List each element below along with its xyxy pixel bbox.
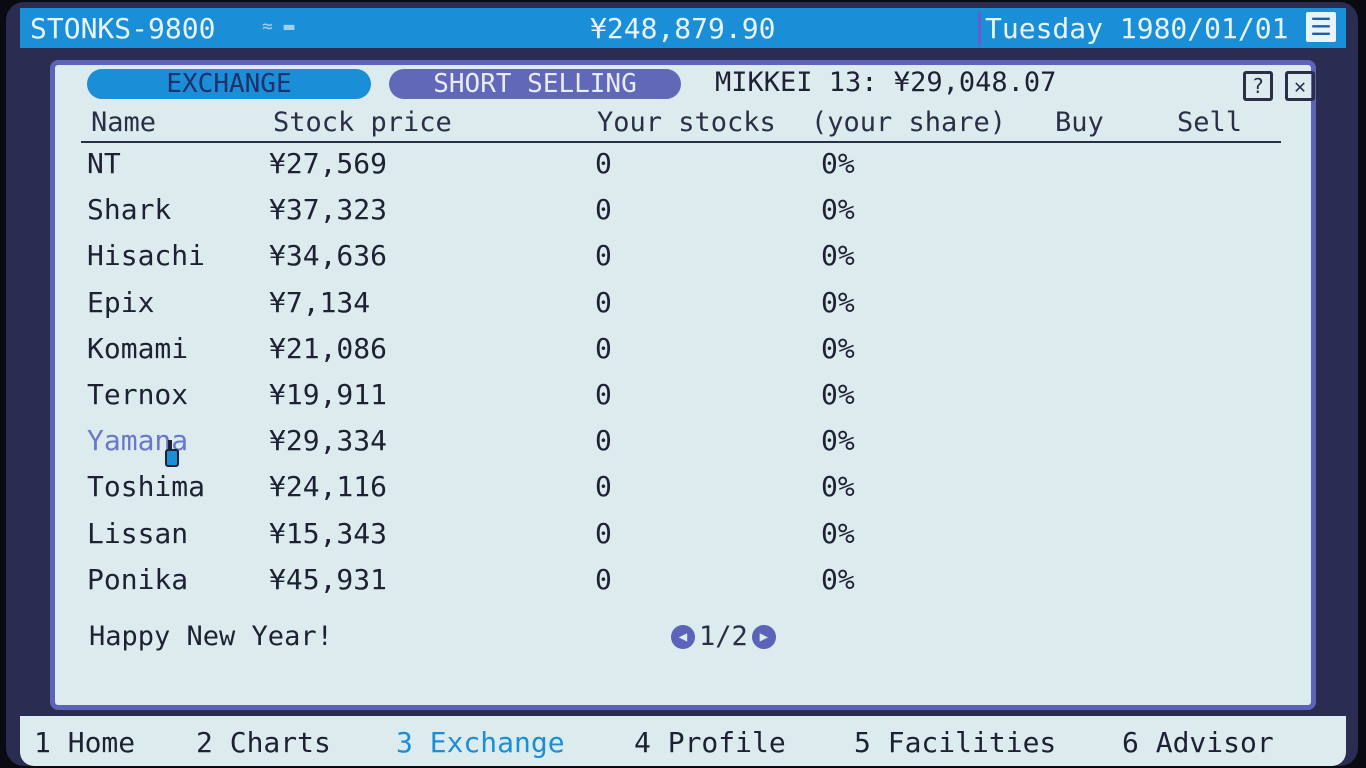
nav-facilities[interactable]: 5 Facilities xyxy=(854,726,1056,759)
stock-price: ¥34,636 xyxy=(269,239,388,273)
owned-share: 0% xyxy=(821,331,855,365)
stock-price: ¥24,116 xyxy=(269,470,388,504)
pagination: ◀ 1/2 ▶ xyxy=(671,621,776,652)
owned-share: 0% xyxy=(821,285,855,319)
stock-price: ¥21,086 xyxy=(269,331,388,365)
header-price: Stock price xyxy=(273,107,452,138)
table-row[interactable]: Toshima ¥24,116 0 0% xyxy=(81,468,1281,514)
stock-price: ¥37,323 xyxy=(269,193,388,227)
next-page-icon[interactable]: ▶ xyxy=(751,624,776,649)
owned-share: 0% xyxy=(821,424,855,458)
table-row[interactable]: Komami ¥21,086 0 0% xyxy=(81,330,1281,376)
owned-stocks: 0 xyxy=(595,377,612,411)
nav-home[interactable]: 1 Home xyxy=(34,726,135,759)
stock-name[interactable]: Shark xyxy=(87,193,171,226)
cash-balance: ¥248,879.90 xyxy=(590,12,776,45)
help-icon[interactable]: ? xyxy=(1243,71,1273,101)
owned-share: 0% xyxy=(821,516,855,550)
status-bar: STONKS-9800 ≈ ▬ ¥248,879.90 Tuesday 1980… xyxy=(20,8,1346,48)
stock-name[interactable]: Hisachi xyxy=(87,239,205,272)
exchange-window: EXCHANGE SHORT SELLING MIKKEI 13: ¥29,04… xyxy=(50,60,1316,710)
stock-name[interactable]: Epix xyxy=(87,286,154,319)
nav-profile[interactable]: 4 Profile xyxy=(634,726,786,759)
owned-share: 0% xyxy=(821,193,855,227)
table-header: Name Stock price Your stocks (your share… xyxy=(81,105,1281,143)
nav-advisor[interactable]: 6 Advisor xyxy=(1122,726,1274,759)
menu-icon[interactable]: ☰ xyxy=(1306,12,1336,42)
owned-share: 0% xyxy=(821,239,855,273)
stock-price: ¥7,134 xyxy=(269,285,371,319)
signal-icon: ≈ ▬ xyxy=(262,16,295,37)
owned-stocks: 0 xyxy=(595,424,612,458)
news-message: Happy New Year! xyxy=(89,621,333,652)
owned-stocks: 0 xyxy=(595,193,612,227)
stock-name[interactable]: Ponika xyxy=(87,563,188,596)
header-your-stocks: Your stocks xyxy=(597,107,776,138)
table-row[interactable]: Shark ¥37,323 0 0% xyxy=(81,191,1281,237)
header-your-share: (your share) xyxy=(811,107,1007,138)
stock-list: NT ¥27,569 0 0% Shark ¥37,323 0 0% Hisac… xyxy=(81,145,1281,607)
table-row[interactable]: Lissan ¥15,343 0 0% xyxy=(81,515,1281,561)
stock-name[interactable]: Lissan xyxy=(87,517,188,550)
owned-share: 0% xyxy=(821,562,855,596)
app-title: STONKS-9800 xyxy=(30,12,216,45)
bottom-nav: 1 Home 2 Charts 3 Exchange 4 Profile 5 F… xyxy=(20,716,1346,766)
tab-short-selling[interactable]: SHORT SELLING xyxy=(389,69,681,99)
table-row[interactable]: Epix ¥7,134 0 0% xyxy=(81,284,1281,330)
stock-price: ¥27,569 xyxy=(269,147,388,180)
owned-share: 0% xyxy=(821,147,855,180)
stock-price: ¥19,911 xyxy=(269,377,388,411)
stock-price: ¥15,343 xyxy=(269,516,388,550)
page-indicator: 1/2 xyxy=(699,621,748,652)
tab-exchange[interactable]: EXCHANGE xyxy=(87,69,371,99)
table-row[interactable]: Ternox ¥19,911 0 0% xyxy=(81,376,1281,422)
table-row[interactable]: Hisachi ¥34,636 0 0% xyxy=(81,237,1281,283)
crt-screen: STONKS-9800 ≈ ▬ ¥248,879.90 Tuesday 1980… xyxy=(6,2,1358,766)
owned-stocks: 0 xyxy=(595,239,612,273)
owned-stocks: 0 xyxy=(595,147,612,180)
close-icon[interactable]: ✕ xyxy=(1285,71,1315,101)
owned-stocks: 0 xyxy=(595,470,612,504)
market-index: MIKKEI 13: ¥29,048.07 xyxy=(715,67,1057,98)
mouse-cursor-icon xyxy=(165,440,179,467)
owned-stocks: 0 xyxy=(595,285,612,319)
owned-share: 0% xyxy=(821,470,855,504)
stock-name[interactable]: Ternox xyxy=(87,378,188,411)
stock-name[interactable]: Toshima xyxy=(87,470,205,503)
header-buy: Buy xyxy=(1055,107,1104,138)
table-row[interactable]: Ponika ¥45,931 0 0% xyxy=(81,561,1281,607)
owned-share: 0% xyxy=(821,377,855,411)
stock-price: ¥29,334 xyxy=(269,424,388,458)
nav-charts[interactable]: 2 Charts xyxy=(196,726,331,759)
owned-stocks: 0 xyxy=(595,331,612,365)
prev-page-icon[interactable]: ◀ xyxy=(671,624,695,649)
stock-name[interactable]: Komami xyxy=(87,332,188,365)
owned-stocks: 0 xyxy=(595,516,612,550)
header-sell: Sell xyxy=(1177,107,1243,138)
table-row[interactable]: NT ¥27,569 0 0% xyxy=(81,145,1281,191)
header-name: Name xyxy=(91,107,157,138)
stock-name[interactable]: NT xyxy=(87,147,121,180)
current-date: Tuesday 1980/01/01 xyxy=(978,12,1288,45)
stock-price: ¥45,931 xyxy=(269,562,388,596)
table-row[interactable]: Yamana ¥29,334 0 0% xyxy=(81,422,1281,468)
owned-stocks: 0 xyxy=(595,562,612,596)
nav-exchange[interactable]: 3 Exchange xyxy=(396,726,565,759)
